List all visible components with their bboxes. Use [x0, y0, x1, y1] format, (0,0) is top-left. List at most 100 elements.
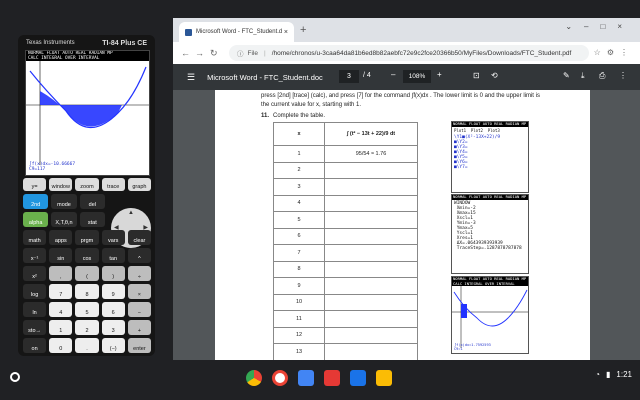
annotate-icon[interactable]: ✎	[563, 71, 570, 80]
y-editor-screenshot: NORMAL FLOAT AUTO REAL RADIAN MP Plot1 P…	[451, 121, 529, 193]
left-paren-key[interactable]: (	[75, 266, 99, 281]
cos-key[interactable]: cos	[75, 248, 99, 263]
tan-key[interactable]: tan	[101, 248, 125, 263]
print-icon[interactable]: ⎙	[599, 71, 605, 81]
math-key[interactable]: math	[23, 230, 47, 245]
chrome-icon[interactable]	[246, 370, 262, 386]
address-bar[interactable]: ⓘ File | /home/chronos/u-3caa64da81b6ed8…	[229, 45, 589, 61]
table-row: 12	[273, 326, 418, 344]
instruction-line-2: the current value for x, starting with 1…	[261, 102, 362, 108]
apps-key[interactable]: apps	[49, 230, 73, 245]
power-key[interactable]: ^	[127, 248, 152, 263]
instruction-line-1: press [2nd] [trace] (calc), and press [7…	[261, 93, 540, 99]
comma-key[interactable]: ,	[49, 266, 73, 281]
store-key[interactable]: sto→	[23, 320, 47, 335]
ln-key[interactable]: ln	[23, 302, 47, 317]
reload-icon[interactable]: ↻	[210, 48, 218, 59]
zoom-input[interactable]: 108%	[403, 70, 431, 83]
forward-icon[interactable]: →	[195, 48, 204, 58]
clear-key[interactable]: clear	[127, 230, 152, 245]
back-icon[interactable]: ←	[181, 48, 190, 58]
launcher-icon[interactable]	[10, 372, 20, 382]
col-integral-header: ∫ (t² − 13t + 22)/9 dt	[324, 122, 418, 146]
zoom-in-button[interactable]: +	[437, 70, 442, 79]
key-2[interactable]: 2	[75, 320, 99, 335]
stat-key[interactable]: stat	[79, 212, 105, 227]
key-8[interactable]: 8	[75, 284, 99, 299]
key-1[interactable]: 1	[49, 320, 73, 335]
youtube-icon[interactable]	[324, 370, 340, 386]
tab-ftc-student[interactable]: Microsoft Word - FTC_Student.d ×	[179, 22, 294, 42]
new-tab-button[interactable]: +	[300, 24, 306, 36]
slides-icon[interactable]	[376, 370, 392, 386]
toolbar: ← → ↻ ⓘ File | /home/chronos/u-3caa64da8…	[173, 42, 640, 65]
zoom-key[interactable]: zoom	[75, 178, 99, 191]
tab-strip: Microsoft Word - FTC_Student.d × + ⌄–□×	[173, 18, 640, 42]
up-arrow-icon[interactable]: ▲	[128, 210, 134, 216]
fit-page-icon[interactable]: ⊡	[473, 71, 480, 80]
right-paren-key[interactable]: )	[101, 266, 125, 281]
table-row: 2	[273, 161, 418, 179]
menu-icon[interactable]: ☰	[187, 72, 195, 83]
pdf-favicon-icon	[185, 28, 192, 36]
xton-key[interactable]: X,T,θ,n	[51, 212, 77, 227]
status-tray[interactable]: ◔ ▮ 1:21	[595, 370, 632, 379]
key-6[interactable]: 6	[101, 302, 125, 317]
alpha-key[interactable]: alpha	[23, 212, 49, 227]
table-row: 13	[273, 343, 418, 360]
gmail-icon[interactable]	[272, 370, 288, 386]
pdf-title: Microsoft Word - FTC_Student.doc	[207, 72, 323, 82]
inverse-key[interactable]: x⁻¹	[23, 248, 47, 263]
del-key[interactable]: del	[79, 194, 105, 209]
keypad: y= window zoom trace graph 2nd mode del …	[23, 178, 152, 356]
mode-key[interactable]: mode	[51, 194, 77, 209]
second-key[interactable]: 2nd	[23, 194, 49, 209]
y-equals-key[interactable]: y=	[23, 178, 47, 191]
extension-icons[interactable]: ☆⚙⋮	[594, 48, 634, 57]
window-settings-screenshot: NORMAL FLOAT AUTO REAL RADIAN MP WINDOW …	[451, 194, 529, 274]
key-0[interactable]: 0	[49, 338, 73, 353]
key-4[interactable]: 4	[49, 302, 73, 317]
table-row: 11	[273, 310, 418, 328]
prgm-key[interactable]: prgm	[75, 230, 99, 245]
tab-title: Microsoft Word - FTC_Student.d	[196, 29, 283, 35]
vars-key[interactable]: vars	[101, 230, 125, 245]
clock: 1:21	[616, 370, 632, 379]
graph-key[interactable]: graph	[127, 178, 152, 191]
enter-key[interactable]: enter	[127, 338, 152, 353]
shelf	[0, 360, 640, 400]
key-7[interactable]: 7	[49, 284, 73, 299]
sin-key[interactable]: sin	[49, 248, 73, 263]
key-3[interactable]: 3	[101, 320, 125, 335]
pdf-viewer[interactable]: press [2nd] [trace] (calc), and press [7…	[173, 90, 640, 360]
trace-key[interactable]: trace	[101, 178, 125, 191]
page-number-input[interactable]: 3	[339, 70, 359, 83]
decimal-key[interactable]: .	[75, 338, 99, 353]
divide-key[interactable]: ÷	[127, 266, 152, 281]
key-9[interactable]: 9	[101, 284, 125, 299]
close-tab-icon[interactable]: ×	[284, 29, 288, 36]
on-key[interactable]: on	[23, 338, 47, 353]
minus-key[interactable]: −	[127, 302, 152, 317]
row1-value: 95/54 ≈ 1.76	[324, 145, 418, 163]
key-5[interactable]: 5	[75, 302, 99, 317]
pdf-toolbar: ☰ Microsoft Word - FTC_Student.doc 3 / 4…	[173, 64, 640, 90]
square-key[interactable]: x²	[23, 266, 47, 281]
download-icon[interactable]: ⤓	[581, 71, 585, 81]
plus-key[interactable]: +	[127, 320, 152, 335]
rotate-icon[interactable]: ⟲	[491, 71, 498, 80]
more-icon[interactable]: ⋮	[619, 71, 627, 80]
table-row: 1 95/54 ≈ 1.76	[273, 145, 418, 163]
files-icon[interactable]	[350, 370, 366, 386]
zoom-out-button[interactable]: –	[391, 70, 395, 79]
url-text: /home/chronos/u-3caa64da81b6ed8b82aebfc7…	[271, 49, 572, 57]
omnibox-scheme-label: File	[247, 49, 258, 57]
docs-icon[interactable]	[298, 370, 314, 386]
question-text: Complete the table.	[273, 113, 326, 119]
negative-key[interactable]: (−)	[101, 338, 125, 353]
table-row: 5	[273, 211, 418, 229]
window-key[interactable]: window	[49, 178, 73, 191]
log-key[interactable]: log	[23, 284, 47, 299]
multiply-key[interactable]: ×	[127, 284, 152, 299]
window-controls[interactable]: ⌄–□×	[565, 22, 634, 31]
